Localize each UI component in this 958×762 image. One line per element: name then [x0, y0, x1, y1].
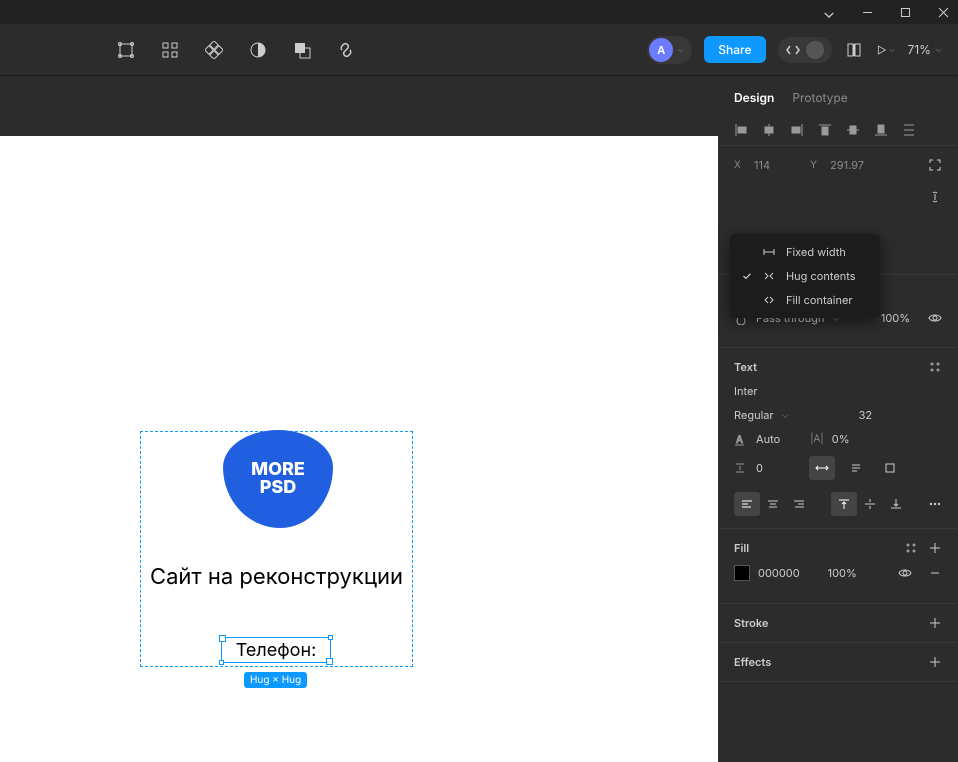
size-badge: Hug × Hug: [244, 672, 307, 688]
selection-handle[interactable]: [219, 660, 224, 665]
text-align-left-button[interactable]: [734, 492, 760, 516]
tab-prototype[interactable]: Prototype: [792, 90, 847, 105]
stroke-section-title: Stroke: [734, 616, 768, 630]
align-hcenter-icon[interactable]: [762, 123, 776, 137]
alignment-row: [718, 115, 958, 146]
component-tool-icon[interactable]: [204, 40, 224, 60]
fill-color-swatch[interactable]: [734, 565, 750, 581]
text-align-center-button[interactable]: [760, 492, 786, 516]
phone-label: Телефон:: [236, 640, 317, 661]
font-weight-dropdown[interactable]: Regular⌄: [734, 408, 789, 422]
zoom-dropdown[interactable]: 71%⌄: [908, 42, 943, 57]
fill-section-title: Fill: [734, 541, 749, 555]
boolean-tool-icon[interactable]: [292, 40, 312, 60]
align-bottom-icon[interactable]: [874, 123, 888, 137]
maximize-icon[interactable]: [898, 5, 912, 19]
text-valign-middle-button[interactable]: [857, 492, 883, 516]
hug-icon: [762, 269, 776, 283]
chevron-down-icon: ⌄: [677, 44, 684, 55]
line-height-field[interactable]: AAuto: [734, 432, 780, 446]
selected-text-layer[interactable]: Телефон:: [221, 637, 331, 663]
minimize-icon[interactable]: [860, 5, 874, 19]
logo-text-line2: PSD: [260, 479, 297, 497]
tab-design[interactable]: Design: [734, 90, 774, 105]
fixed-size-button[interactable]: [877, 456, 903, 480]
selection-handle[interactable]: [328, 635, 333, 640]
style-icon[interactable]: [928, 360, 942, 374]
code-icon: [786, 43, 800, 57]
canvas[interactable]: MORE PSD Сайт на реконструкции Телефон: …: [0, 76, 718, 762]
selected-frame[interactable]: MORE PSD Сайт на реконструкции Телефон: …: [140, 431, 413, 667]
avatar-dropdown[interactable]: A ⌄: [647, 36, 692, 64]
logo[interactable]: MORE PSD: [223, 430, 333, 528]
option-fixed-width[interactable]: Fixed width: [730, 240, 880, 264]
option-fill-container[interactable]: Fill container: [730, 288, 880, 312]
play-icon[interactable]: ⌄: [876, 40, 896, 60]
grid-tool-icon[interactable]: [160, 40, 180, 60]
effects-section-title: Effects: [734, 655, 771, 669]
plus-icon[interactable]: [928, 616, 942, 630]
text-section-title: Text: [734, 360, 757, 374]
eye-icon[interactable]: [928, 311, 942, 325]
properties-panel: Design Prototype X 114 Y 291.97: [718, 76, 958, 762]
text-align-right-button[interactable]: [786, 492, 812, 516]
library-icon[interactable]: [844, 40, 864, 60]
fit-icon[interactable]: [928, 158, 942, 172]
paragraph-spacing-field[interactable]: 0: [734, 456, 763, 480]
top-toolbar: A ⌄ Share ⌄ 71%⌄: [0, 24, 958, 76]
option-hug-contents[interactable]: ✓ Hug contents: [730, 264, 880, 288]
close-icon[interactable]: [936, 5, 950, 19]
share-button[interactable]: Share: [704, 36, 765, 63]
fill-hex-field[interactable]: 000000: [758, 566, 800, 580]
more-icon[interactable]: [928, 497, 942, 511]
fill-icon: [762, 293, 776, 307]
canvas-header-strip: [0, 76, 718, 136]
para-spacing-icon: [734, 461, 748, 475]
window-titlebar: ⌄: [0, 0, 958, 24]
svg-text:A: A: [736, 434, 743, 446]
link-tool-icon[interactable]: [336, 40, 356, 60]
fixed-width-icon: [762, 245, 776, 259]
text-valign-bottom-button[interactable]: [883, 492, 909, 516]
line-height-icon: A: [734, 432, 748, 446]
toggle-knob: [806, 41, 824, 59]
auto-width-button[interactable]: [809, 456, 835, 480]
align-vcenter-icon[interactable]: [846, 123, 860, 137]
style-icon[interactable]: [904, 541, 918, 555]
font-size-field[interactable]: 32: [859, 408, 873, 422]
fill-opacity-field[interactable]: 100%: [828, 566, 857, 580]
width-sizing-dropdown: Fixed width ✓ Hug contents Fill containe…: [730, 234, 880, 318]
mask-tool-icon[interactable]: [248, 40, 268, 60]
auto-height-button[interactable]: [843, 456, 869, 480]
plus-icon[interactable]: [928, 541, 942, 555]
chevron-down-icon[interactable]: ⌄: [822, 5, 836, 19]
letter-spacing-field[interactable]: |A|0%: [810, 432, 849, 446]
align-left-icon[interactable]: [734, 123, 748, 137]
font-family-dropdown[interactable]: Inter: [734, 384, 758, 398]
minus-icon[interactable]: [928, 566, 942, 580]
align-right-icon[interactable]: [790, 123, 804, 137]
text-valign-top-button[interactable]: [831, 492, 857, 516]
x-position-field[interactable]: X 114: [734, 158, 770, 172]
dev-mode-toggle[interactable]: [778, 37, 832, 63]
frame-tool-icon[interactable]: [116, 40, 136, 60]
y-position-field[interactable]: Y 291.97: [810, 158, 864, 172]
link-constraint-icon[interactable]: [928, 190, 942, 204]
layer-opacity-field[interactable]: 100%: [881, 311, 910, 325]
user-avatar: A: [649, 38, 673, 62]
eye-icon[interactable]: [898, 566, 912, 580]
distribute-icon[interactable]: [902, 123, 916, 137]
align-top-icon[interactable]: [818, 123, 832, 137]
site-title-text[interactable]: Сайт на реконструкции: [141, 564, 412, 590]
plus-icon[interactable]: [928, 655, 942, 669]
